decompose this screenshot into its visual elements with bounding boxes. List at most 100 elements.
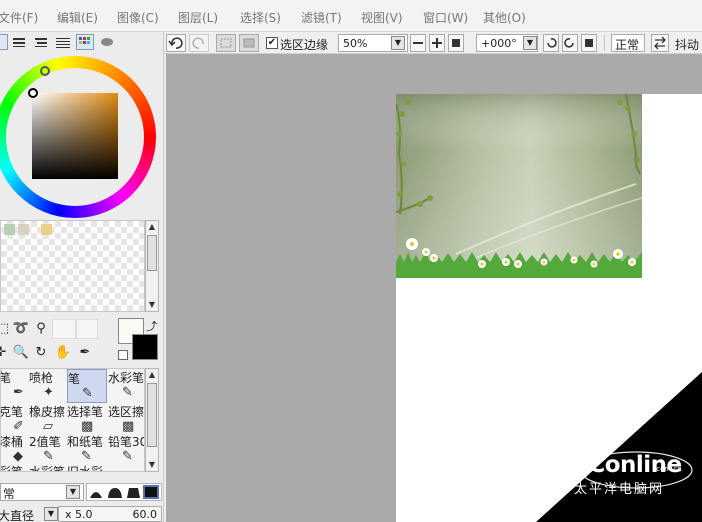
plus-icon [432,38,442,48]
menu-window[interactable]: 窗口(W) [423,9,468,26]
zoom-out-button[interactable] [410,34,426,52]
zoom-in-button[interactable] [429,34,445,52]
selection-eraser-icon: ▩ [122,419,135,434]
slider-lines-icon [35,38,47,47]
minus-icon [413,42,423,44]
brush-size-slider[interactable]: x 5.0 60.0 [58,506,162,522]
rotation-dropdown-arrow-icon[interactable]: ▼ [523,36,537,50]
blend-dropdown-arrow-icon[interactable]: ▼ [66,485,80,499]
brush-slot-selected[interactable]: 笔 ✎ [67,369,107,403]
menu-filter[interactable]: 滤镜(T) [301,9,342,26]
pasted-image[interactable] [396,94,642,278]
lasso-icon[interactable]: ➰ [12,320,30,338]
menu-layer[interactable]: 图层(L) [178,9,218,26]
toolbar-separator [604,35,605,51]
display-mode-select[interactable]: 正常 [611,34,645,52]
swap-colors-icon[interactable]: ⤴ [146,318,157,334]
zoom-tool-icon[interactable]: 🔍 [12,344,30,362]
hsv-slider-view-button[interactable] [32,34,50,50]
brush-scrollbar[interactable]: ▲ ▼ [145,368,159,472]
watermark-domain: .com.cn [654,465,682,473]
brush-label: 喷枪 [29,371,54,385]
rotation-value: +000° [481,37,517,50]
mixer-view-button[interactable] [54,34,72,50]
swatch-scrollbar[interactable]: ▲ ▼ [145,220,159,312]
scroll-down-icon[interactable]: ▼ [146,459,158,471]
swatch-1[interactable] [4,224,15,235]
brush-slot[interactable]: 和纸笔 ✎ [67,433,107,467]
brush-shapes-icon [90,485,159,499]
deselect-button[interactable] [216,34,236,52]
saturation-value-square[interactable] [32,93,118,179]
brush-scroll-thumb[interactable] [147,383,157,447]
slider-lines-icon [13,38,25,47]
size-dropdown-arrow-icon[interactable]: ▼ [44,507,58,521]
brush-shape-selector[interactable] [86,483,162,501]
flip-button[interactable] [651,34,669,52]
scratchpad-view-button[interactable] [98,34,116,50]
magic-wand-icon[interactable]: ⚲ [32,320,50,338]
sv-marker[interactable] [28,88,38,98]
background-color[interactable] [132,334,158,360]
rect-select-icon[interactable]: ⬚ [0,320,12,338]
menu-select[interactable]: 选择(S) [240,9,281,26]
swatch-panel [0,220,145,312]
brush-label: 铅笔30 [108,435,145,449]
rotation-reset-button[interactable] [581,34,597,52]
swatch-2[interactable] [18,224,29,235]
airbrush-icon: ✦ [43,385,54,400]
brush-slot[interactable]: 喷枪 ✦ [29,369,69,403]
swatch-scroll-thumb[interactable] [147,235,157,271]
zoom-dropdown-arrow-icon[interactable]: ▼ [391,36,405,50]
brush-label: 克笔 [0,405,24,419]
menu-image[interactable]: 图像(C) [117,9,159,26]
scroll-up-icon[interactable]: ▲ [146,221,158,233]
brush-slot[interactable]: 铅笔30 ✎ [108,433,145,467]
hand-icon[interactable]: ✋ [54,344,72,362]
rotate-tool-icon[interactable]: ↻ [32,344,50,362]
swatch-3[interactable] [41,224,52,235]
brush-size-multiplier: x 5.0 [65,508,93,521]
redo-button[interactable] [189,34,209,52]
watermark-corner [536,372,702,522]
selection-edge-checkbox[interactable]: ✔ [266,37,278,49]
brush-slot[interactable]: 2值笔 ✎ [29,433,69,467]
menu-edit[interactable]: 编辑(E) [57,9,98,26]
tool-palette: ⬚ ➰ ⚲ ✛ 🔍 ↻ ✋ ✒ [0,316,110,364]
reset-colors-icon[interactable] [118,350,128,360]
move-icon[interactable]: ✛ [0,344,10,362]
brush-slot[interactable]: 选区擦 ▩ [108,403,145,437]
menu-bar: 文件(F) 编辑(E) 图像(C) 图层(L) 选择(S) 滤镜(T) 视图(V… [0,0,702,32]
brush-slot[interactable]: 水彩笔 ✎ [108,369,145,403]
bucket-icon: ◆ [13,449,23,464]
undo-button[interactable] [166,34,186,52]
zoom-reset-button[interactable] [448,34,464,52]
scroll-up-icon[interactable]: ▲ [146,369,158,381]
eyedropper-icon[interactable]: ✒ [76,344,94,362]
menu-other[interactable]: 其他(O) [483,9,526,26]
brush-size-row: 大直径 ▼ x 5.0 60.0 [0,506,164,522]
pencil-icon: ✎ [122,449,133,464]
eraser-icon: ▱ [43,419,53,434]
brush-slot[interactable]: 橡皮擦 ▱ [29,403,69,437]
brush-label: 水彩笔 [108,371,145,385]
color-wheel-view-button[interactable] [0,34,8,50]
hue-marker[interactable] [40,66,50,76]
brush-label: 2值笔 [29,435,61,449]
rotate-right-button[interactable] [562,34,578,52]
brush-slot[interactable]: 旧水彩 [67,463,107,471]
selection-edge-label: 选区边缘 [280,38,329,52]
brush-slot[interactable]: 水彩笔 [29,463,69,471]
scroll-down-icon[interactable]: ▼ [146,299,158,311]
deselect-icon [220,38,232,48]
left-panel: ▲ ▼ ⬚ ➰ ⚲ ✛ 🔍 ↻ ✋ ✒ ⤴ 笔 ✒ 喷枪 ✦ 笔 ✎ 水彩笔 ✎ 克笔 ✐… [0,32,164,522]
brush-label: 选区擦 [108,405,145,419]
brush-slot[interactable]: 选择笔 ▩ [67,403,107,437]
invert-selection-button[interactable] [239,34,259,52]
swatch-view-button[interactable] [76,34,94,50]
color-view-switcher [0,34,120,52]
menu-view[interactable]: 视图(V) [361,9,403,26]
rgb-slider-view-button[interactable] [10,34,28,50]
menu-file[interactable]: 文件(F) [0,9,38,26]
rotate-left-button[interactable] [543,34,559,52]
